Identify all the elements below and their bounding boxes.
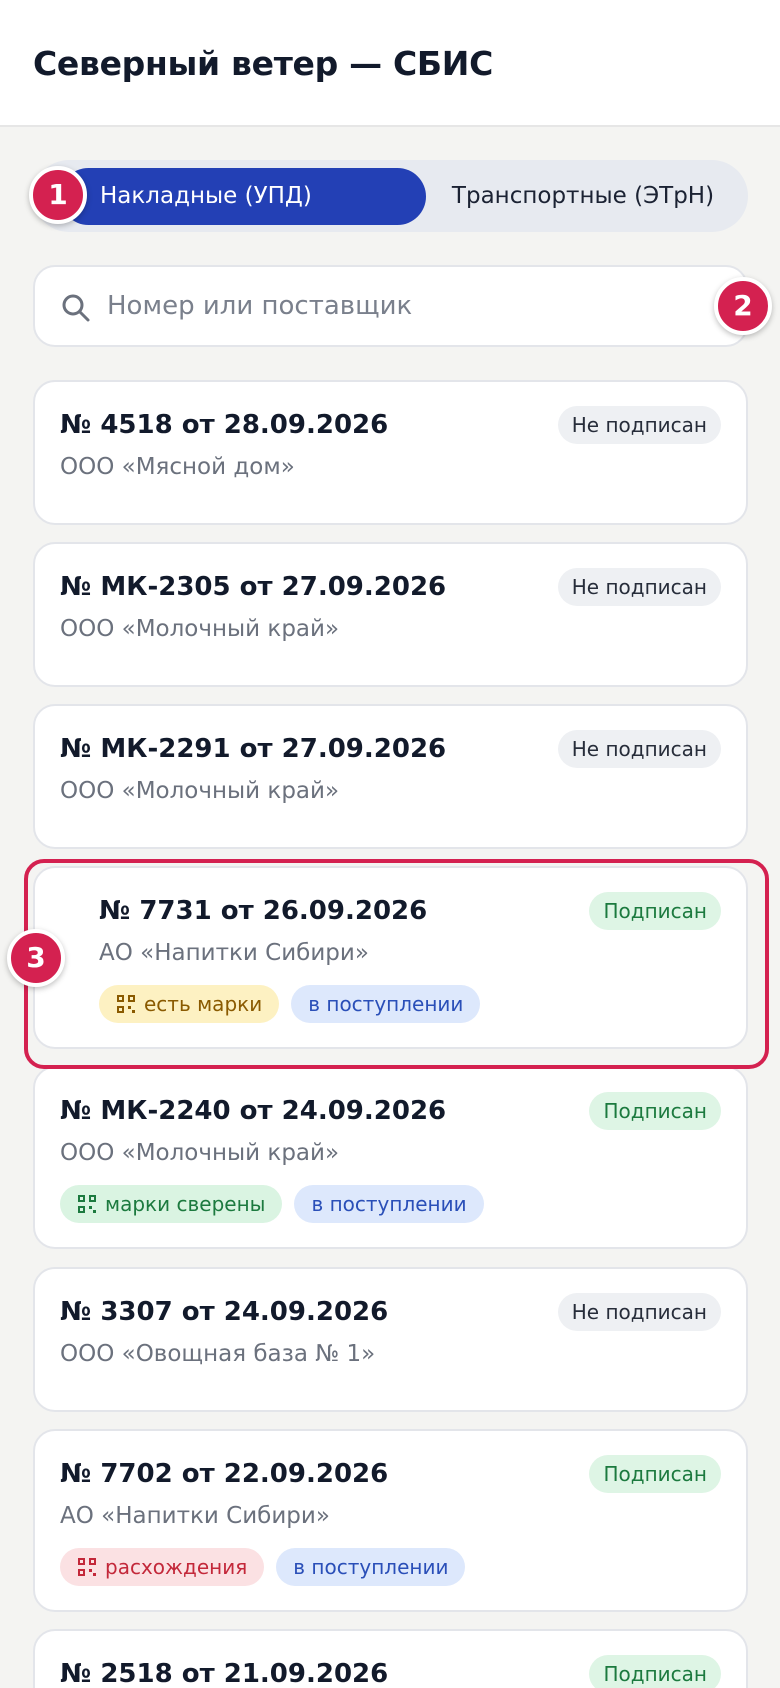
- search-input[interactable]: [107, 267, 707, 345]
- status-badge: Не подписан: [557, 406, 721, 444]
- tab-transport[interactable]: Транспортные (ЭТрН): [423, 160, 743, 232]
- document-supplier: ООО «Молочный край»: [60, 616, 340, 642]
- document-number: № 3307 от 24.09.2026: [60, 1297, 389, 1327]
- document-card[interactable]: № 3307 от 24.09.2026 ООО «Овощная база №…: [33, 1267, 748, 1412]
- status-badge: Не подписан: [557, 730, 721, 768]
- document-supplier: ООО «Молочный край»: [60, 1140, 340, 1166]
- document-supplier: ООО «Молочный край»: [60, 778, 340, 804]
- document-card[interactable]: № 7702 от 22.09.2026 АО «Напитки Сибири»…: [33, 1429, 748, 1612]
- search-bar: [33, 265, 748, 347]
- document-supplier: АО «Напитки Сибири»: [60, 1503, 330, 1529]
- tag-label: марки сверены: [105, 1192, 266, 1216]
- step-marker: 3: [7, 929, 65, 987]
- document-number: № 7702 от 22.09.2026: [60, 1459, 389, 1489]
- document-number: № 2518 от 21.09.2026: [60, 1659, 389, 1688]
- document-card[interactable]: № МК-2240 от 24.09.2026 ООО «Молочный кр…: [33, 1066, 748, 1249]
- document-number: № МК-2291 от 27.09.2026: [60, 734, 447, 764]
- document-supplier: ООО «Овощная база № 1»: [60, 1341, 376, 1367]
- step-marker: 1: [29, 166, 87, 224]
- document-supplier: ООО «Мясной дом»: [60, 454, 295, 480]
- highlight-frame: [24, 859, 769, 1069]
- tag-list: расхождения в поступлении: [60, 1548, 466, 1586]
- receipt-tag: в поступлении: [294, 1185, 484, 1223]
- document-number: № 4518 от 28.09.2026: [60, 410, 389, 440]
- document-number: № МК-2305 от 27.09.2026: [60, 572, 447, 602]
- search-icon: [62, 294, 90, 322]
- document-card[interactable]: № МК-2305 от 27.09.2026 ООО «Молочный кр…: [33, 542, 748, 687]
- document-card[interactable]: № МК-2291 от 27.09.2026 ООО «Молочный кр…: [33, 704, 748, 849]
- marks-tag: марки сверены: [60, 1185, 283, 1223]
- tag-label: в поступлении: [311, 1192, 467, 1216]
- status-badge: Не подписан: [557, 1293, 721, 1331]
- step-marker: 2: [714, 277, 772, 335]
- document-card[interactable]: № 2518 от 21.09.2026 Подписан: [33, 1629, 748, 1688]
- tag-label: расхождения: [105, 1555, 248, 1579]
- page-title: Северный ветер — СБИС: [33, 44, 494, 83]
- document-type-switch: Накладные (УПД) Транспортные (ЭТрН): [33, 160, 748, 232]
- status-badge: Подписан: [589, 1455, 721, 1493]
- status-badge: Подписан: [589, 1092, 721, 1130]
- tag-label: в поступлении: [293, 1555, 449, 1579]
- tab-invoices[interactable]: Накладные (УПД): [100, 160, 312, 232]
- marks-tag: расхождения: [60, 1548, 265, 1586]
- tag-list: марки сверены в поступлении: [60, 1185, 484, 1223]
- status-badge: Не подписан: [557, 568, 721, 606]
- document-number: № МК-2240 от 24.09.2026: [60, 1096, 447, 1126]
- document-card[interactable]: № 4518 от 28.09.2026 ООО «Мясной дом» Не…: [33, 380, 748, 525]
- app-header: Северный ветер — СБИС: [0, 0, 780, 127]
- status-badge: Подписан: [589, 1655, 721, 1688]
- qr-code-icon: [78, 1195, 96, 1213]
- receipt-tag: в поступлении: [276, 1548, 466, 1586]
- qr-code-icon: [78, 1558, 96, 1576]
